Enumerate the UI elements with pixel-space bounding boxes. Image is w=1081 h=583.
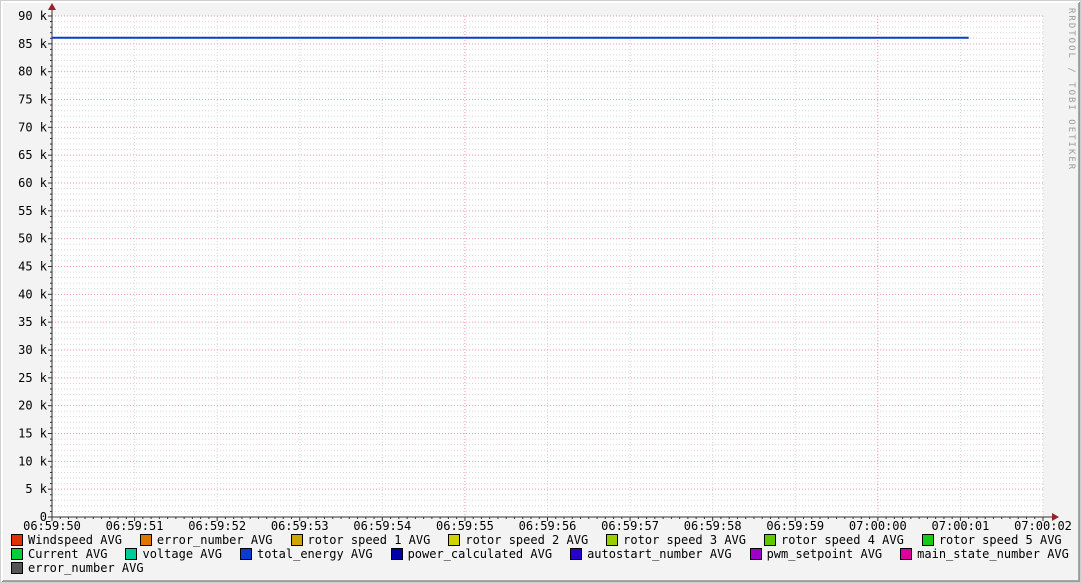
y-axis-arrow-icon bbox=[48, 3, 56, 10]
y-tick-label: 0 bbox=[40, 510, 47, 524]
legend-item: main_state_number AVG bbox=[900, 547, 1069, 561]
legend-label: error_number AVG bbox=[28, 561, 144, 575]
legend-swatch-icon bbox=[125, 548, 137, 560]
legend-swatch-icon bbox=[140, 534, 152, 546]
y-tick-label: 70 k bbox=[18, 120, 48, 134]
y-tick-label: 75 k bbox=[18, 93, 48, 107]
legend-swatch-icon bbox=[922, 534, 934, 546]
legend-swatch-icon bbox=[448, 534, 460, 546]
legend-item: Windspeed AVG bbox=[11, 533, 122, 547]
legend-item: rotor speed 4 AVG bbox=[764, 533, 904, 547]
y-tick-label: 35 k bbox=[18, 315, 48, 329]
x-tick-label: 06:59:52 bbox=[188, 519, 246, 532]
legend-label: main_state_number AVG bbox=[917, 547, 1069, 561]
x-tick-label: 07:00:00 bbox=[849, 519, 907, 532]
y-tick-label: 85 k bbox=[18, 37, 48, 51]
y-tick-label: 5 k bbox=[25, 482, 47, 496]
legend-swatch-icon bbox=[240, 548, 252, 560]
legend-item: error_number AVG bbox=[11, 561, 144, 575]
legend-item: rotor speed 2 AVG bbox=[448, 533, 588, 547]
legend-label: rotor speed 1 AVG bbox=[308, 533, 431, 547]
legend-label: total_energy AVG bbox=[257, 547, 373, 561]
rrdtool-watermark: RRDTOOL / TOBI OETIKER bbox=[1066, 8, 1076, 171]
chart-legend: Windspeed AVG error_number AVG rotor speed… bbox=[11, 533, 1071, 575]
legend-item: error_number AVG bbox=[140, 533, 273, 547]
rrdtool-graph: 06:59:50 06:59:51 06:59:52 06:59:53 06:59:54… bbox=[0, 0, 1081, 583]
y-tick-label: 60 k bbox=[18, 176, 48, 190]
y-tick-label: 10 k bbox=[18, 454, 48, 468]
legend-label: Windspeed AVG bbox=[28, 533, 122, 547]
legend-item: rotor speed 1 AVG bbox=[291, 533, 431, 547]
y-tick-label: 20 k bbox=[18, 399, 48, 413]
x-tick-label: 06:59:54 bbox=[353, 519, 411, 532]
legend-swatch-icon bbox=[11, 548, 23, 560]
legend-row: Current AVG voltage AVG total_energy AVG po… bbox=[11, 547, 1071, 561]
y-tick-label: 40 k bbox=[18, 287, 48, 301]
legend-item: power_calculated AVG bbox=[391, 547, 553, 561]
y-tick-label: 55 k bbox=[18, 204, 48, 218]
legend-item: total_energy AVG bbox=[240, 547, 373, 561]
y-tick-label: 50 k bbox=[18, 232, 48, 246]
legend-item: rotor speed 3 AVG bbox=[606, 533, 746, 547]
y-tick-label: 25 k bbox=[18, 371, 48, 385]
legend-row: error_number AVG bbox=[11, 561, 1071, 575]
legend-swatch-icon bbox=[11, 534, 23, 546]
x-tick-label: 06:59:51 bbox=[106, 519, 164, 532]
y-tick-label: 15 k bbox=[18, 427, 48, 441]
legend-label: power_calculated AVG bbox=[408, 547, 553, 561]
legend-item: Current AVG bbox=[11, 547, 107, 561]
legend-swatch-icon bbox=[750, 548, 762, 560]
legend-item: rotor speed 5 AVG bbox=[922, 533, 1062, 547]
x-tick-label: 06:59:56 bbox=[519, 519, 577, 532]
legend-label: Current AVG bbox=[28, 547, 107, 561]
legend-item: pwm_setpoint AVG bbox=[750, 547, 883, 561]
legend-swatch-icon bbox=[606, 534, 618, 546]
legend-row: Windspeed AVG error_number AVG rotor speed… bbox=[11, 533, 1071, 547]
x-tick-label: 06:59:55 bbox=[436, 519, 494, 532]
x-tick-label: 06:59:59 bbox=[766, 519, 824, 532]
legend-label: voltage AVG bbox=[142, 547, 221, 561]
legend-label: rotor speed 5 AVG bbox=[939, 533, 1062, 547]
legend-label: error_number AVG bbox=[157, 533, 273, 547]
y-tick-label: 65 k bbox=[18, 148, 48, 162]
y-tick-label: 80 k bbox=[18, 65, 48, 79]
legend-swatch-icon bbox=[570, 548, 582, 560]
legend-label: rotor speed 3 AVG bbox=[623, 533, 746, 547]
x-tick-label: 06:59:50 bbox=[23, 519, 81, 532]
x-tick-label: 06:59:53 bbox=[271, 519, 329, 532]
legend-swatch-icon bbox=[291, 534, 303, 546]
chart-canvas: 06:59:50 06:59:51 06:59:52 06:59:53 06:59:54… bbox=[1, 1, 1081, 532]
legend-swatch-icon bbox=[900, 548, 912, 560]
legend-label: rotor speed 2 AVG bbox=[465, 533, 588, 547]
x-tick-label: 07:00:01 bbox=[932, 519, 990, 532]
legend-item: voltage AVG bbox=[125, 547, 221, 561]
y-tick-label: 30 k bbox=[18, 343, 48, 357]
legend-label: rotor speed 4 AVG bbox=[781, 533, 904, 547]
y-tick-label: 90 k bbox=[18, 9, 48, 23]
x-tick-label: 07:00:02 bbox=[1014, 519, 1072, 532]
y-tick-label: 45 k bbox=[18, 260, 48, 274]
x-tick-label: 06:59:57 bbox=[601, 519, 659, 532]
legend-swatch-icon bbox=[391, 548, 403, 560]
legend-swatch-icon bbox=[11, 562, 23, 574]
legend-item: autostart_number AVG bbox=[570, 547, 732, 561]
legend-label: pwm_setpoint AVG bbox=[767, 547, 883, 561]
legend-label: autostart_number AVG bbox=[587, 547, 732, 561]
x-tick-label: 06:59:58 bbox=[684, 519, 742, 532]
legend-swatch-icon bbox=[764, 534, 776, 546]
